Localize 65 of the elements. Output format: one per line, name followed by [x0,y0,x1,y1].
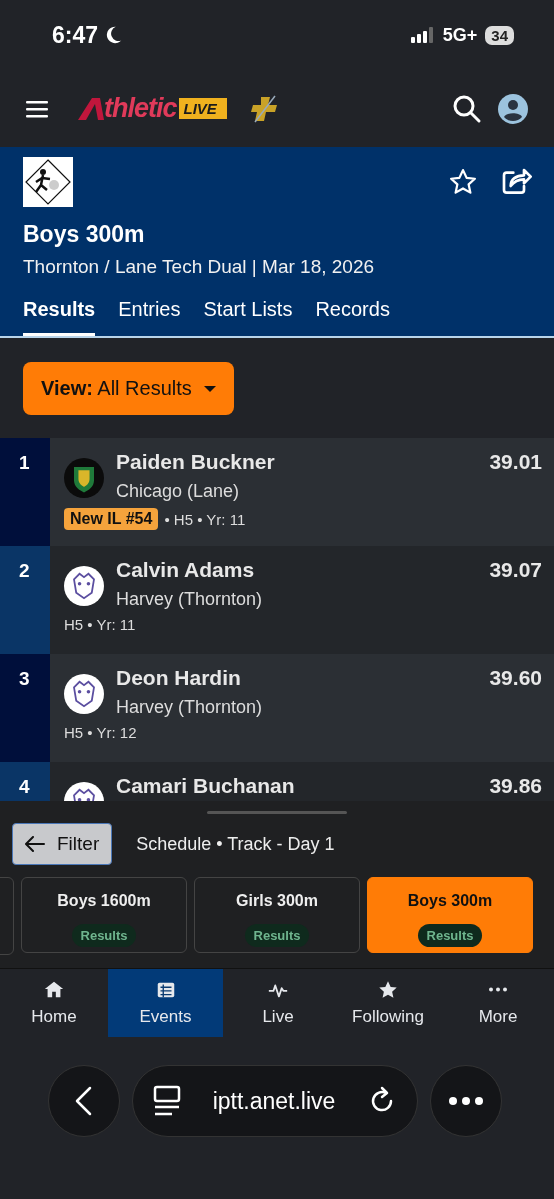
athlete-name: Paiden Buckner [116,450,276,474]
network-label: 5G+ [442,24,478,46]
record-badge: New IL #54 [64,508,159,530]
status-pill: Results [417,924,483,947]
status-pill: Results [71,924,137,947]
menu-icon[interactable] [26,99,48,118]
result-time: 39.07 [489,558,542,582]
nav-tab[interactable]: More [443,969,553,1037]
result-row[interactable]: Deon Hardin Harvey (Thornton) 39.60 H5 • Yr: 12 [50,654,554,762]
view-dropdown[interactable]: View: All Results [23,362,234,415]
nav-tab[interactable]: Home [0,969,108,1037]
meet-logo [23,157,73,207]
star-icon[interactable] [448,167,478,197]
team-logo [64,458,104,498]
nav-tab[interactable]: Following [333,969,443,1037]
status-pill: Results [244,924,310,947]
battery-indicator: 34 [485,25,514,45]
event-name: Girls 300m [236,892,318,910]
schedule-breadcrumb: Schedule • Track - Day 1 [136,833,335,855]
school-name: Harvey (Thornton) [116,589,264,610]
team-logo [64,674,104,714]
event-subtitle: Thornton / Lane Tech Dual | Mar 18, 2026 [23,256,376,278]
event-card[interactable]: Boys 1600m Results [21,877,187,953]
search-icon[interactable] [452,93,482,124]
event-tab[interactable]: Start Lists [203,298,293,336]
event-card[interactable]: Boys 300m Results [367,877,533,953]
clock-time: 6:47 [52,21,99,49]
event-tab[interactable]: Entries [118,298,181,336]
place-number: 2 [19,560,30,581]
school-name: Harvey (Thornton) [116,697,264,718]
event-name: Boys 1600m [57,892,151,910]
heat-year-text: H5 • Yr: 11 [64,616,136,633]
event-tab[interactable]: Results [23,298,96,336]
heat-year-text: • H5 • Yr: 11 [164,510,246,528]
result-row[interactable]: Paiden Buckner Chicago (Lane) 39.01 New IL #54 • H5 • Yr: 11 [50,438,554,546]
nav-tab[interactable]: Events [108,969,223,1037]
url-text: iptt.anet.live [212,1087,336,1115]
more-icon [488,987,508,992]
page-icon [153,1085,181,1117]
heat-year-text: H5 • Yr: 12 [64,724,137,741]
event-tab[interactable]: Records [315,298,390,336]
plus-icon [250,94,279,123]
event-name: Boys 300m [407,892,493,910]
result-time: 39.01 [489,450,542,474]
team-logo [64,566,104,606]
place-number: 3 [19,668,30,689]
result-time: 39.86 [489,774,542,798]
app-logo[interactable]: thletic LIVE [78,93,227,124]
athlete-name: Camari Buchanan [116,774,296,798]
result-time: 39.60 [489,666,542,690]
event-title: Boys 300m [23,221,146,248]
place-number: 1 [19,452,30,473]
sheet-handle[interactable] [207,811,347,814]
account-icon[interactable] [498,93,528,124]
athlete-name: Calvin Adams [116,558,256,582]
more-icon [448,1096,484,1106]
athlete-name: Deon Hardin [116,666,242,690]
place-number: 4 [19,776,30,797]
address-bar[interactable]: iptt.anet.live [132,1065,418,1137]
arrow-icon [25,836,45,852]
signal-icon [410,27,435,43]
school-name: Chicago (Lane) [116,481,241,502]
nav-tab[interactable]: Live [223,969,333,1037]
filter-button[interactable]: Filter [12,823,113,865]
event-card[interactable]: Girls 300m Results [194,877,360,953]
